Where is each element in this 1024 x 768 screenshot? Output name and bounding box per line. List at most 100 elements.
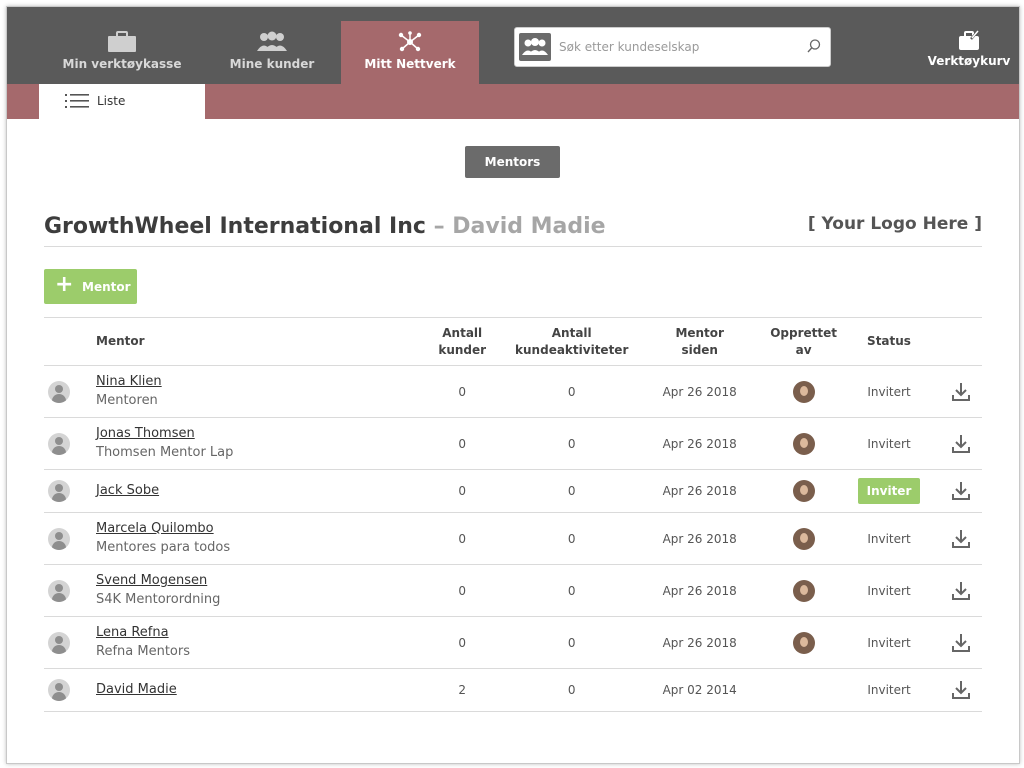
download-icon[interactable]	[951, 529, 971, 549]
creator-avatar	[792, 480, 815, 502]
table-header-row: Mentor Antall kunder Antall kundeaktivitet…	[44, 317, 982, 366]
add-mentor-button[interactable]: + Mentor	[44, 269, 137, 304]
nav-label: Mitt Nettverk	[364, 57, 456, 71]
mentor-name-link[interactable]: Nina Klien	[96, 373, 410, 391]
download-icon[interactable]	[951, 434, 971, 454]
antall-kundeaktiviteter: 0	[513, 417, 631, 470]
tab-label: Liste	[97, 94, 126, 108]
header-opprettet-av[interactable]: Opprettet av	[769, 317, 838, 366]
header-antall-kundeaktiviteter[interactable]: Antall kundeaktiviteter	[513, 317, 631, 366]
mentors-filter-button[interactable]: Mentors	[465, 146, 560, 178]
antall-kundeaktiviteter: 0	[513, 469, 631, 513]
mentor-siden: Apr 26 2018	[630, 512, 770, 565]
nav-mitt-nettverk[interactable]: Mitt Nettverk	[341, 21, 479, 84]
header-actions	[940, 317, 982, 366]
nav-label: Min verktøykasse	[62, 57, 182, 71]
antall-kundeaktiviteter: 0	[513, 512, 631, 565]
tab-liste[interactable]: Liste	[39, 84, 205, 119]
nav-min-verktoykasse[interactable]: Min verktøykasse	[57, 7, 187, 84]
avatar	[48, 679, 70, 701]
table-row: Jonas Thomsen Thomsen Mentor Lap 0 0 Apr …	[44, 417, 982, 470]
antall-kunder: 0	[411, 564, 514, 617]
page-title: GrowthWheel International Inc – David Ma…	[44, 214, 606, 239]
plus-icon: +	[55, 272, 74, 297]
mentor-name-link[interactable]: Jack Sobe	[96, 482, 410, 500]
customer-search-box	[514, 27, 831, 67]
title-separator: –	[433, 214, 445, 239]
mentor-siden: Apr 26 2018	[630, 616, 770, 669]
creator-avatar	[792, 380, 815, 403]
status-text: Invitert	[838, 417, 940, 470]
mentor-org: Refna Mentors	[96, 644, 190, 659]
search-icon[interactable]	[806, 38, 822, 54]
list-icon	[65, 94, 89, 108]
header-antall-kunder[interactable]: Antall kunder	[411, 317, 514, 366]
antall-kunder: 0	[411, 616, 514, 669]
sub-nav-bar: Liste	[7, 84, 1019, 119]
creator-avatar	[792, 579, 815, 602]
status-text: Invitert	[838, 668, 940, 712]
download-icon[interactable]	[951, 633, 971, 653]
antall-kundeaktiviteter: 0	[513, 668, 631, 712]
network-icon	[398, 31, 422, 52]
antall-kunder: 0	[411, 469, 514, 513]
header-mentor[interactable]: Mentor	[95, 317, 412, 366]
status-text: Invitert	[838, 564, 940, 617]
company-name: GrowthWheel International Inc	[44, 214, 426, 239]
table-row: Nina Klien Mentoren 0 0 Apr 26 2018 Invit…	[44, 365, 982, 418]
download-icon[interactable]	[951, 581, 971, 601]
table-row: David Madie 2 0 Apr 02 2014 Invitert	[44, 668, 982, 712]
mentor-siden: Apr 26 2018	[630, 417, 770, 470]
mentor-org: S4K Mentorordning	[96, 592, 221, 607]
creator-avatar	[792, 432, 815, 455]
mentor-siden: Apr 26 2018	[630, 469, 770, 513]
avatar	[48, 579, 70, 602]
mentor-org: Mentoren	[96, 393, 158, 408]
download-icon[interactable]	[951, 680, 971, 700]
toolbox-cart[interactable]: Verktøykurv	[919, 7, 1019, 84]
search-input[interactable]	[557, 32, 801, 62]
mentor-org: Thomsen Mentor Lap	[96, 445, 234, 460]
avatar	[48, 527, 70, 550]
people-icon	[257, 31, 287, 51]
mentor-name-link[interactable]: Lena Refna	[96, 624, 410, 642]
invite-button[interactable]: Inviter	[858, 478, 920, 504]
antall-kunder: 0	[411, 417, 514, 470]
people-filter-icon[interactable]	[519, 33, 551, 61]
creator-avatar	[792, 527, 815, 550]
creator-avatar	[792, 631, 815, 654]
toolbox-icon	[108, 31, 136, 52]
avatar	[48, 631, 70, 654]
cart-label: Verktøykurv	[927, 54, 1011, 68]
mentor-siden: Apr 02 2014	[630, 668, 770, 712]
antall-kundeaktiviteter: 0	[513, 564, 631, 617]
table-row: Marcela Quilombo Mentores para todos 0 0 …	[44, 512, 982, 565]
header-status[interactable]: Status	[838, 317, 940, 366]
antall-kunder: 0	[411, 365, 514, 418]
user-name: David Madie	[452, 214, 606, 239]
app-window: Min verktøykasse Mine kunder Mitt Nettve…	[6, 6, 1020, 764]
mentor-name-link[interactable]: Marcela Quilombo	[96, 520, 410, 538]
add-mentor-label: Mentor	[82, 280, 131, 294]
antall-kundeaktiviteter: 0	[513, 365, 631, 418]
table-row: Lena Refna Refna Mentors 0 0 Apr 26 2018 …	[44, 616, 982, 669]
antall-kunder: 0	[411, 512, 514, 565]
avatar	[48, 380, 70, 403]
mentor-name-link[interactable]: David Madie	[96, 681, 410, 699]
download-icon[interactable]	[951, 481, 971, 501]
mentor-table: Mentor Antall kunder Antall kundeaktivitet…	[44, 317, 982, 712]
table-row: Jack Sobe 0 0 Apr 26 2018 Inviter	[44, 469, 982, 513]
mentor-name-link[interactable]: Jonas Thomsen	[96, 425, 410, 443]
table-row: Svend Mogensen S4K Mentorordning 0 0 Apr …	[44, 564, 982, 617]
avatar	[48, 480, 70, 502]
header-avatar	[44, 317, 95, 366]
mentor-siden: Apr 26 2018	[630, 365, 770, 418]
mentor-name-link[interactable]: Svend Mogensen	[96, 572, 410, 590]
status-text: Invitert	[838, 512, 940, 565]
mentor-siden: Apr 26 2018	[630, 564, 770, 617]
status-text: Invitert	[838, 365, 940, 418]
header-mentor-siden[interactable]: Mentor siden	[630, 317, 770, 366]
download-icon[interactable]	[951, 382, 971, 402]
nav-mine-kunder[interactable]: Mine kunder	[212, 7, 332, 84]
antall-kundeaktiviteter: 0	[513, 616, 631, 669]
